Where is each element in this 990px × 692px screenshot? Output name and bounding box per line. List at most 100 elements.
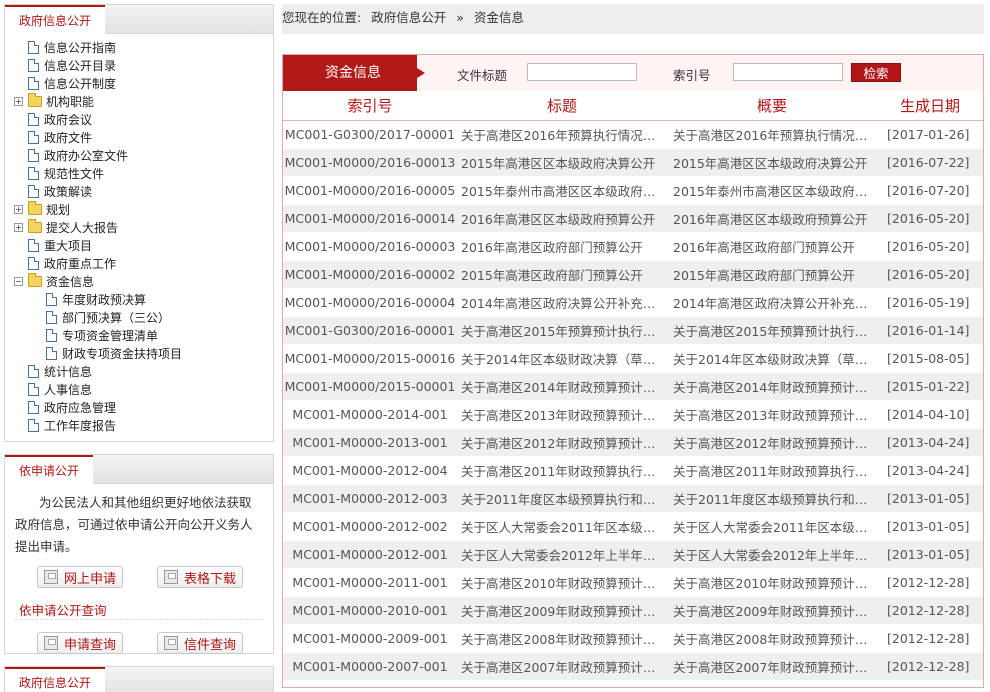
- tree-item[interactable]: − 资金信息: [5, 272, 273, 290]
- cell-summary[interactable]: 2016年高港区区本级政府预算公开: [667, 204, 877, 233]
- cell-summary[interactable]: 关于高港区2011年财政预算执行情况的报告: [667, 456, 877, 485]
- cell-summary[interactable]: 关于高港区2016年预算执行情况和2017年预算草案的报告: [667, 120, 877, 149]
- cell-summary[interactable]: 关于2011年度区本级预算执行和其他财政收支的审计工作报告: [667, 484, 877, 513]
- cell-title[interactable]: 关于高港区2014年财政预算预计执行情况的报告: [457, 372, 667, 401]
- tree-item[interactable]: 年度财政预决算: [5, 290, 273, 308]
- tree-item-label: 政策解读: [44, 184, 93, 199]
- page-icon: [28, 166, 39, 180]
- cell-summary[interactable]: 2016年高港区政府部门预算公开: [667, 232, 877, 261]
- left-sidebar: 政府信息公开 信息公开指南 信息公开目录 信息公开制度 + 机构职能 政府会议 政府文件 政府…: [4, 4, 274, 692]
- collapse-icon[interactable]: −: [14, 276, 23, 286]
- cell-summary[interactable]: 2014年高港区政府决算公开补充说明: [667, 288, 877, 317]
- category-tree: 信息公开指南 信息公开目录 信息公开制度 + 机构职能 政府会议 政府文件 政府办公室文件 规范…: [4, 34, 274, 442]
- tree-item[interactable]: 信息公开目录: [5, 56, 273, 74]
- apply-query-button[interactable]: 申请查询: [37, 632, 124, 654]
- tree-item-label: 工作年度报告: [44, 418, 117, 433]
- cell-title[interactable]: 关于高港区2009年财政预算预计执行情况的报告: [457, 596, 667, 625]
- cell-summary[interactable]: 2015年泰州市高港区区本级政府决算: [667, 176, 877, 205]
- cell-title[interactable]: 关于2011年度区本级预算执行和其他财政收支的审计工作报告: [457, 484, 667, 513]
- cell-summary[interactable]: 关于高港区2010年财政预算预计执行情况的报告: [667, 568, 877, 597]
- tree-item[interactable]: 统计信息: [5, 362, 273, 380]
- cell-title[interactable]: 关于高港区2010年财政预算预计执行情况的报告: [457, 568, 667, 597]
- apply-panel-header: 依申请公开: [4, 454, 274, 484]
- tree-item[interactable]: 部门预决算（三公）: [5, 308, 273, 326]
- cell-summary[interactable]: 关于高港区2014年财政预算预计执行情况的报告: [667, 372, 877, 401]
- bottom-panel-tab[interactable]: 政府信息公开: [5, 667, 106, 692]
- expand-icon[interactable]: +: [14, 96, 23, 106]
- cell-title[interactable]: 2014年高港区政府决算公开补充说明: [457, 288, 667, 317]
- table-row: MC001-M0000/2015-00001 关于高港区2014年财政预算预计执行…: [283, 372, 983, 401]
- cell-date: [2017-01-26]: [877, 120, 983, 149]
- expand-icon[interactable]: +: [14, 222, 23, 232]
- tree-item[interactable]: + 机构职能: [5, 92, 273, 110]
- tree-item[interactable]: 信息公开指南: [5, 38, 273, 56]
- tree-item[interactable]: 政策解读: [5, 182, 273, 200]
- file-title-input[interactable]: [527, 63, 637, 81]
- cell-summary[interactable]: 关于区人大常委会2011年区本级决算的决议: [667, 512, 877, 541]
- cell-date: [2015-08-05]: [877, 344, 983, 373]
- breadcrumb-link-funds[interactable]: 资金信息: [474, 10, 524, 25]
- tree-item[interactable]: 财政专项资金扶持项目: [5, 344, 273, 362]
- cell-title[interactable]: 关于高港区2007年财政预算预计执行情况的报告: [457, 652, 667, 681]
- cell-title[interactable]: 关于区人大常委会2012年上半年预算执行情况的决议: [457, 540, 667, 569]
- cell-summary[interactable]: 关于高港区2013年财政预算预计执行情况的报告: [667, 400, 877, 429]
- cell-title[interactable]: 2015年泰州市高港区区本级政府决算: [457, 176, 667, 205]
- cell-summary[interactable]: 关于高港区2009年财政预算预计执行情况的报告: [667, 596, 877, 625]
- cell-title[interactable]: 关于高港区2013年财政预算预计执行情况的报告: [457, 400, 667, 429]
- cell-summary[interactable]: 关于高港区2007年财政预算预计执行情况的报告: [667, 652, 877, 681]
- tree-item[interactable]: 规范性文件: [5, 164, 273, 182]
- page-icon: [28, 256, 39, 270]
- cell-summary[interactable]: 关于高港区2008年财政预算预计执行情况的报告: [667, 624, 877, 653]
- cell-index: MC001-M0000/2016-00005: [283, 176, 457, 205]
- folder-icon: [28, 92, 42, 107]
- table-row: MC001-G0300/2017-00001 关于高港区2016年预算执行情况和2…: [283, 120, 983, 149]
- cell-summary[interactable]: 2015年高港区区本级政府决算公开: [667, 148, 877, 177]
- cell-title[interactable]: 关于2014年区本级财政决算（草案）的报告: [457, 344, 667, 373]
- cell-date: [2013-01-05]: [877, 484, 983, 513]
- tree-item[interactable]: + 提交人大报告: [5, 218, 273, 236]
- breadcrumb-link-gov-info[interactable]: 政府信息公开: [371, 10, 446, 25]
- tree-item[interactable]: 信息公开制度: [5, 74, 273, 92]
- cell-title[interactable]: 关于高港区2016年预算执行情况和2017年预算草案的报告: [457, 120, 667, 149]
- cell-summary[interactable]: 2015年高港区政府部门预算公开: [667, 260, 877, 289]
- tree-item[interactable]: 政府办公室文件: [5, 146, 273, 164]
- page-icon: [28, 382, 39, 396]
- tree-item[interactable]: + 规划: [5, 200, 273, 218]
- tree-item[interactable]: 重大项目: [5, 236, 273, 254]
- apply-panel-tab[interactable]: 依申请公开: [5, 455, 94, 484]
- cell-title[interactable]: 2015年高港区政府部门预算公开: [457, 260, 667, 289]
- cell-title[interactable]: 关于高港区2008年财政预算预计执行情况的报告: [457, 624, 667, 653]
- cell-title[interactable]: 关于高港区2012年财政预算预计执行情况的报告: [457, 428, 667, 457]
- cell-title[interactable]: 关于高港区2011年财政预算执行情况的报告: [457, 456, 667, 485]
- tree-item[interactable]: 人事信息: [5, 380, 273, 398]
- tree-item[interactable]: 政府会议: [5, 110, 273, 128]
- cell-index: MC001-M0000-2012-004: [283, 456, 457, 485]
- cell-summary[interactable]: 关于2014年区本级财政决算（草案）的报告: [667, 344, 877, 373]
- cell-title[interactable]: 2015年高港区区本级政府决算公开: [457, 148, 667, 177]
- cell-index: MC001-M0000-2012-003: [283, 484, 457, 513]
- tree-item[interactable]: 工作年度报告: [5, 416, 273, 434]
- apply-panel: 为公民法人和其他组织更好地依法获取政府信息，可通过依申请公开向公开义务人提出申请…: [4, 484, 274, 654]
- cell-title[interactable]: 关于高港区2015年预算预计执行情况的报告: [457, 316, 667, 345]
- funds-list-panel: 资金信息 文件标题 索引号 检索 索引号 标题 概要 生成日期 MC001-G0…: [282, 54, 984, 688]
- search-button[interactable]: 检索: [851, 63, 901, 82]
- tree-item[interactable]: 政府应急管理: [5, 398, 273, 416]
- tree-item[interactable]: 政府重点工作: [5, 254, 273, 272]
- cell-title[interactable]: 2016年高港区政府部门预算公开: [457, 232, 667, 261]
- form-download-button[interactable]: 表格下载: [156, 566, 243, 588]
- tree-panel-tab[interactable]: 政府信息公开: [5, 5, 106, 34]
- cell-title[interactable]: 关于区人大常委会2011年区本级决算的决议: [457, 512, 667, 541]
- cell-title[interactable]: 2016年高港区区本级政府预算公开: [457, 204, 667, 233]
- table-row: MC001-M0000-2012-002关于区人大常委会2011年区本级决算的决…: [283, 512, 983, 541]
- cell-summary[interactable]: 关于高港区2012年财政预算预计执行情况的报告: [667, 428, 877, 457]
- page-icon: [46, 346, 57, 360]
- cell-summary[interactable]: 关于区人大常委会2012年上半年预算执行情况的决议: [667, 540, 877, 569]
- letter-query-button[interactable]: 信件查询: [156, 632, 243, 654]
- online-apply-button[interactable]: 网上申请: [37, 566, 124, 588]
- tree-item[interactable]: 政府文件: [5, 128, 273, 146]
- cell-summary[interactable]: 关于高港区2015年预算预计执行情况的报告: [667, 316, 877, 345]
- index-number-input[interactable]: [733, 63, 843, 81]
- cell-date: [2012-12-28]: [877, 624, 983, 653]
- expand-icon[interactable]: +: [14, 204, 23, 214]
- tree-item[interactable]: 专项资金管理清单: [5, 326, 273, 344]
